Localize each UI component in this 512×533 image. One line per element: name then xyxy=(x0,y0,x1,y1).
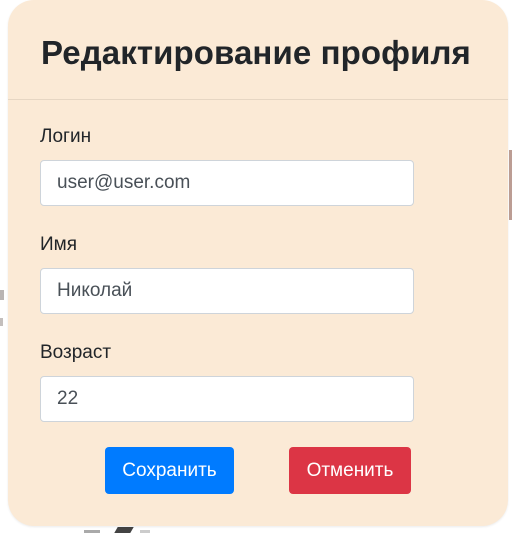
edit-profile-modal: Редактирование профиля Логин Имя Возраст… xyxy=(8,0,508,526)
age-form-group: Возраст xyxy=(40,342,414,422)
name-input[interactable] xyxy=(40,268,414,314)
modal-header: Редактирование профиля xyxy=(8,0,508,100)
save-button[interactable]: Сохранить xyxy=(105,447,234,494)
login-input[interactable] xyxy=(40,160,414,206)
login-form-group: Логин xyxy=(40,126,414,206)
name-form-group: Имя xyxy=(40,234,414,314)
background-fragment xyxy=(114,527,134,533)
background-fragment xyxy=(0,318,3,326)
login-label: Логин xyxy=(40,126,92,147)
age-label: Возраст xyxy=(40,342,112,363)
name-label: Имя xyxy=(40,234,78,255)
cancel-button[interactable]: Отменить xyxy=(289,447,411,494)
modal-title: Редактирование профиля xyxy=(41,34,471,71)
age-input[interactable] xyxy=(40,376,414,422)
background-fragment xyxy=(0,290,4,300)
